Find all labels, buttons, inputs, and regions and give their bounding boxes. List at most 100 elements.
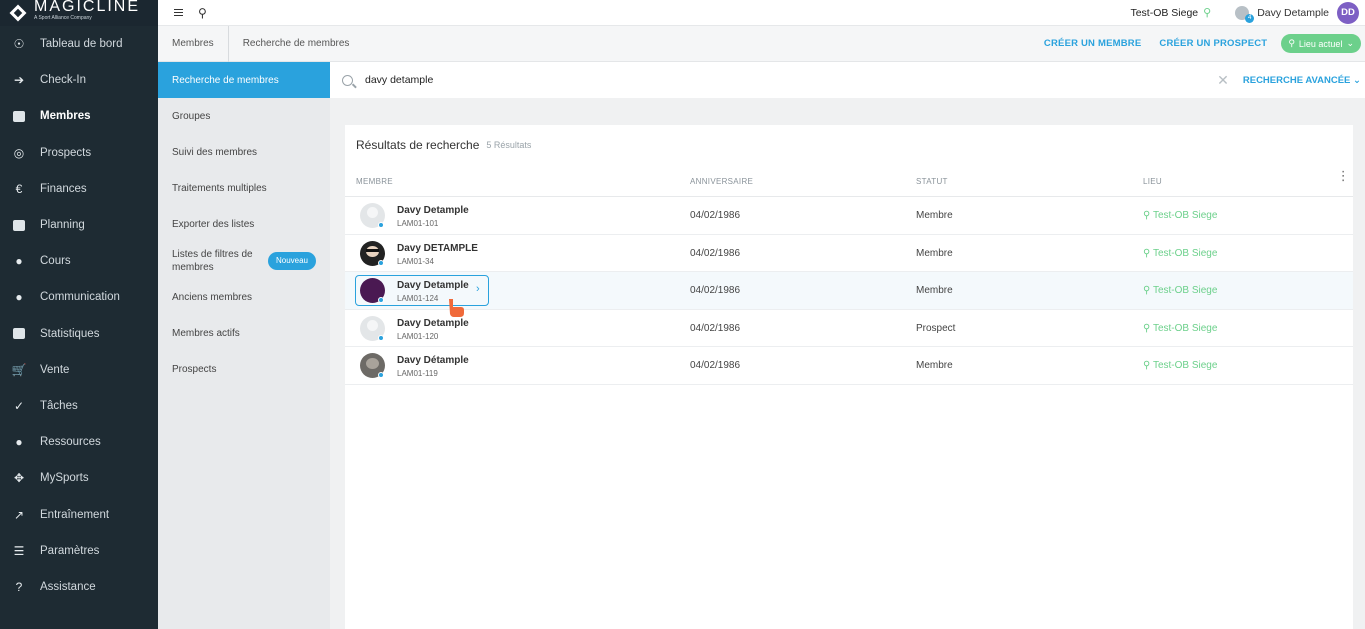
nav-item-13[interactable]: ↗ Entraînement: [0, 496, 158, 532]
member-birthday: 04/02/1986: [690, 322, 741, 334]
table-row[interactable]: Davy Détample LAM01-119 04/02/1986 Membre ⚲ …: [345, 347, 1353, 385]
subnav-item-8[interactable]: Prospects: [158, 352, 330, 388]
member-name[interactable]: Davy DETAMPLE: [397, 243, 478, 254]
subnav-item-5[interactable]: Listes de filtres de membres Nouveau: [158, 243, 330, 279]
member-name[interactable]: Davy Detample: [397, 318, 469, 329]
members-icon: [12, 109, 26, 123]
settings-sliders-icon: ☰: [13, 543, 25, 558]
column-header-location[interactable]: LIEU: [1143, 177, 1162, 186]
member-status: Membre: [916, 247, 953, 259]
breadcrumb-member-search: Recherche de membres: [242, 38, 350, 49]
create-member-button[interactable]: CRÉER UN MEMBRE: [1044, 38, 1141, 49]
courses-icon: ●: [15, 254, 23, 269]
user-avatar[interactable]: DD: [1337, 1, 1359, 24]
member-status: Prospect: [916, 322, 956, 334]
breadcrumb-bar: Membres Recherche de membres CRÉER UN ME…: [158, 25, 1365, 62]
chart-icon: [12, 327, 26, 341]
subnav-item-6[interactable]: Anciens membres: [158, 279, 330, 315]
member-location-label: Test-OB Siege: [1152, 360, 1218, 372]
location-pin-icon: ⚲: [1143, 322, 1151, 334]
table-row[interactable]: Davy Detample LAM01-101 04/02/1986 Membre ⚲ …: [345, 197, 1353, 235]
search-icon[interactable]: ⚲: [198, 6, 207, 20]
nav-item-label: Finances: [40, 182, 87, 195]
nav-item-10[interactable]: ✓ Tâches: [0, 388, 158, 424]
brand-logo[interactable]: MAGICLINE A Sport Alliance Company: [0, 0, 158, 26]
clear-icon[interactable]: ✕: [1217, 72, 1229, 89]
checkin-icon: ➔: [13, 73, 25, 88]
results-header: MEMBRE ANNIVERSAIRE STATUT LIEU ⋮: [345, 165, 1353, 197]
nav-item-15[interactable]: ? Assistance: [0, 569, 158, 605]
nav-item-0[interactable]: ☉ Tableau de bord: [0, 26, 158, 62]
focused-member-card[interactable]: [355, 275, 489, 307]
main-sidebar: MAGICLINE A Sport Alliance Company ☉ Tabl…: [0, 0, 158, 629]
member-search-input[interactable]: [365, 74, 965, 86]
nav-item-label: Cours: [40, 255, 71, 268]
column-header-member[interactable]: MEMBRE: [356, 177, 393, 186]
subnav-item-3[interactable]: Traitements multiples: [158, 171, 330, 207]
nav-item-label: Entraînement: [40, 508, 110, 521]
nav-item-9[interactable]: 🛒 Vente: [0, 352, 158, 388]
table-row[interactable]: Davy DETAMPLE LAM01-34 04/02/1986 Membre ⚲ T…: [345, 235, 1353, 273]
notifications-user-icon[interactable]: 4: [1235, 5, 1255, 23]
member-status: Membre: [916, 210, 953, 221]
advanced-search-label: RECHERCHE AVANCÉE: [1242, 74, 1351, 86]
member-name[interactable]: Davy Detample: [397, 205, 469, 216]
nav-list: ☉ Tableau de bord ➔ Check-In Membres ◎ Prospec…: [0, 26, 158, 605]
nav-item-11[interactable]: ● Ressources: [0, 424, 158, 460]
status-dot: [378, 222, 384, 228]
new-badge: Nouveau: [267, 251, 316, 271]
column-header-status[interactable]: STATUT: [916, 177, 948, 186]
subnav-item-label: Recherche de membres: [172, 74, 279, 86]
nav-item-12[interactable]: ✥ MySports: [0, 460, 158, 496]
nav-item-4[interactable]: € Finances: [0, 171, 158, 207]
subnav-item-7[interactable]: Membres actifs: [158, 315, 330, 351]
member-status: Membre: [916, 360, 953, 372]
column-header-birthday[interactable]: ANNIVERSAIRE: [690, 177, 753, 186]
member-location-label: Test-OB Siege: [1152, 285, 1218, 297]
member-location-label: Test-OB Siege: [1152, 210, 1218, 221]
current-location-label[interactable]: Test-OB Siege: [1130, 7, 1198, 19]
breadcrumb-members[interactable]: Membres: [172, 25, 229, 62]
member-birthday: 04/02/1986: [690, 210, 741, 221]
nav-item-label: MySports: [40, 472, 89, 485]
top-bar: ⚲ Test-OB Siege ⚲ 4 Davy Detample DD: [158, 0, 1365, 26]
nav-item-label: Paramètres: [40, 544, 100, 557]
location-pin-icon: ⚲: [1143, 210, 1151, 221]
brand-name: MAGICLINE: [34, 0, 141, 15]
nav-item-5[interactable]: Planning: [0, 207, 158, 243]
menu-icon[interactable]: [174, 9, 183, 16]
nav-item-8[interactable]: Statistiques: [0, 316, 158, 352]
nav-item-1[interactable]: ➔ Check-In: [0, 62, 158, 98]
nav-item-14[interactable]: ☰ Paramètres: [0, 533, 158, 569]
members-subnav: Recherche de membres Groupes Suivi des mem…: [158, 62, 330, 629]
subnav-item-1[interactable]: Groupes: [158, 98, 330, 134]
member-birthday: 04/02/1986: [690, 247, 741, 259]
subnav-item-0[interactable]: Recherche de membres: [158, 62, 330, 99]
magicline-logo-icon: [8, 3, 28, 23]
nav-item-6[interactable]: ● Cours: [0, 243, 158, 279]
current-location-button[interactable]: ⚲ Lieu actuel ⌄: [1281, 34, 1361, 53]
nav-item-2[interactable]: Membres: [0, 98, 158, 134]
subnav-item-2[interactable]: Suivi des membres: [158, 134, 330, 170]
subnav-item-label: Prospects: [172, 364, 217, 376]
member-birthday: 04/02/1986: [690, 360, 741, 372]
member-id: LAM01-34: [397, 256, 434, 266]
nav-item-7[interactable]: ● Communication: [0, 279, 158, 315]
brand-sub: A Sport Alliance Company: [34, 15, 92, 21]
more-options-icon[interactable]: ⋮: [1337, 169, 1350, 182]
advanced-search-button[interactable]: RECHERCHE AVANCÉE ⌄: [1243, 75, 1361, 86]
subnav-item-4[interactable]: Exporter des listes: [158, 207, 330, 243]
user-name[interactable]: Davy Detample: [1257, 7, 1329, 19]
nav-item-label: Tâches: [40, 399, 78, 412]
current-location-button-label: Lieu actuel: [1298, 38, 1343, 49]
member-name[interactable]: Davy Détample: [397, 355, 469, 366]
location-pin-icon: ⚲: [1288, 38, 1295, 48]
table-row[interactable]: Davy Detample LAM01-124 04/02/1986 Membre ⚲ …: [345, 272, 1353, 318]
dashboard-icon: ☉: [13, 37, 25, 52]
table-row[interactable]: Davy Detample LAM01-120 04/02/1986 Prospect…: [345, 310, 1353, 348]
finances-icon: €: [15, 181, 23, 196]
create-prospect-button[interactable]: CRÉER UN PROSPECT: [1159, 38, 1267, 49]
nav-item-label: Vente: [40, 363, 70, 376]
chevron-right-icon[interactable]: ›: [476, 283, 480, 295]
nav-item-3[interactable]: ◎ Prospects: [0, 135, 158, 171]
